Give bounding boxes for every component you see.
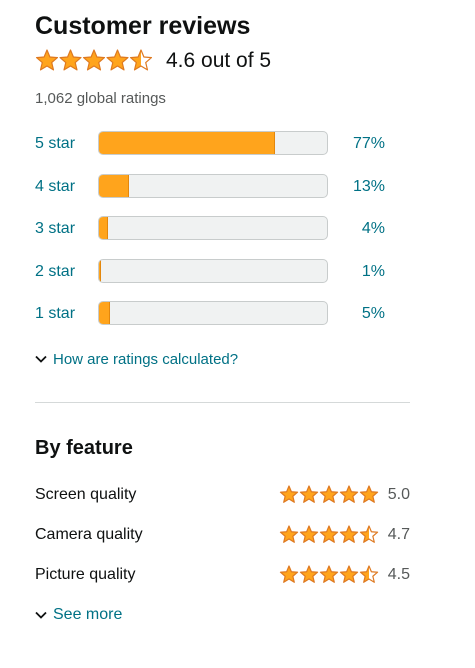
- histogram-percent[interactable]: 13%: [353, 177, 385, 197]
- star-icon: [279, 485, 299, 503]
- histogram-bar[interactable]: [98, 216, 328, 240]
- histogram-bar-fill: [99, 260, 101, 282]
- star-icon: [299, 485, 319, 503]
- star-icon: [339, 565, 359, 583]
- half-star-icon: [359, 525, 379, 543]
- chevron-down-icon: [35, 611, 47, 619]
- histogram-percent[interactable]: 77%: [353, 134, 385, 154]
- star-icon: [339, 525, 359, 543]
- star-icon: [106, 49, 129, 71]
- feature-row: Camera quality 4.7: [35, 523, 410, 547]
- star-icon: [279, 565, 299, 583]
- star-icon: [35, 49, 59, 71]
- histogram-row-5[interactable]: 5 star 77%: [35, 131, 395, 157]
- feature-score: 4.5: [387, 566, 410, 583]
- star-icon: [299, 525, 319, 543]
- histogram-bar[interactable]: [98, 131, 328, 155]
- global-ratings-count: 1,062 global ratings: [35, 90, 166, 107]
- feature-score: 5.0: [387, 486, 410, 503]
- star-icon: [339, 485, 359, 503]
- overall-rating: 4.6 out of 5: [35, 46, 271, 76]
- histogram-bar[interactable]: [98, 259, 328, 283]
- star-icon: [279, 525, 299, 543]
- star-icon: [299, 565, 319, 583]
- feature-name: Screen quality: [35, 486, 137, 503]
- page-title: Customer reviews: [35, 12, 251, 40]
- see-more-label[interactable]: See more: [53, 606, 122, 624]
- chevron-down-icon: [35, 355, 47, 363]
- ratings-calculation-label[interactable]: How are ratings calculated?: [53, 351, 238, 368]
- star-icon: [319, 525, 339, 543]
- section-divider: [35, 402, 410, 403]
- histogram-percent[interactable]: 5%: [362, 304, 385, 324]
- histogram-bar[interactable]: [98, 174, 328, 198]
- histogram-percent[interactable]: 1%: [362, 262, 385, 282]
- star-rating[interactable]: [35, 49, 153, 73]
- histogram-bar[interactable]: [98, 301, 328, 325]
- histogram-row-2[interactable]: 2 star 1%: [35, 259, 395, 285]
- star-icon: [319, 485, 339, 503]
- feature-section-title: By feature: [35, 437, 133, 459]
- histogram-row-4[interactable]: 4 star 13%: [35, 174, 395, 200]
- histogram-label[interactable]: 3 star: [35, 219, 75, 239]
- feature-score: 4.7: [387, 526, 410, 543]
- star-icon: [82, 49, 106, 71]
- feature-row: Picture quality 4.5: [35, 563, 410, 587]
- half-star-icon: [359, 565, 379, 583]
- histogram-bar-fill: [99, 217, 109, 239]
- histogram-bar-fill: [99, 132, 275, 154]
- see-more-link[interactable]: See more: [35, 604, 122, 626]
- histogram-label[interactable]: 2 star: [35, 262, 75, 282]
- histogram-row-3[interactable]: 3 star 4%: [35, 216, 395, 242]
- feature-name: Camera quality: [35, 526, 143, 543]
- histogram-label[interactable]: 1 star: [35, 304, 75, 324]
- ratings-calculation-link[interactable]: How are ratings calculated?: [35, 348, 238, 370]
- feature-name: Picture quality: [35, 566, 136, 583]
- star-icon: [319, 565, 339, 583]
- histogram-label[interactable]: 5 star: [35, 134, 75, 154]
- star-rating-icons: [35, 49, 153, 71]
- rating-summary: 4.6 out of 5: [166, 49, 272, 72]
- histogram-bar-fill: [99, 175, 129, 197]
- feature-star-rating: [279, 525, 379, 543]
- star-icon: [59, 49, 82, 71]
- histogram-bar-fill: [99, 302, 111, 324]
- feature-star-rating: [279, 485, 379, 503]
- feature-star-rating: [279, 565, 379, 583]
- feature-row: Screen quality 5.0: [35, 483, 410, 507]
- histogram-label[interactable]: 4 star: [35, 177, 75, 197]
- star-icon: [359, 485, 379, 503]
- histogram-row-1[interactable]: 1 star 5%: [35, 301, 395, 327]
- histogram-percent[interactable]: 4%: [362, 219, 385, 239]
- half-star-icon: [129, 49, 153, 71]
